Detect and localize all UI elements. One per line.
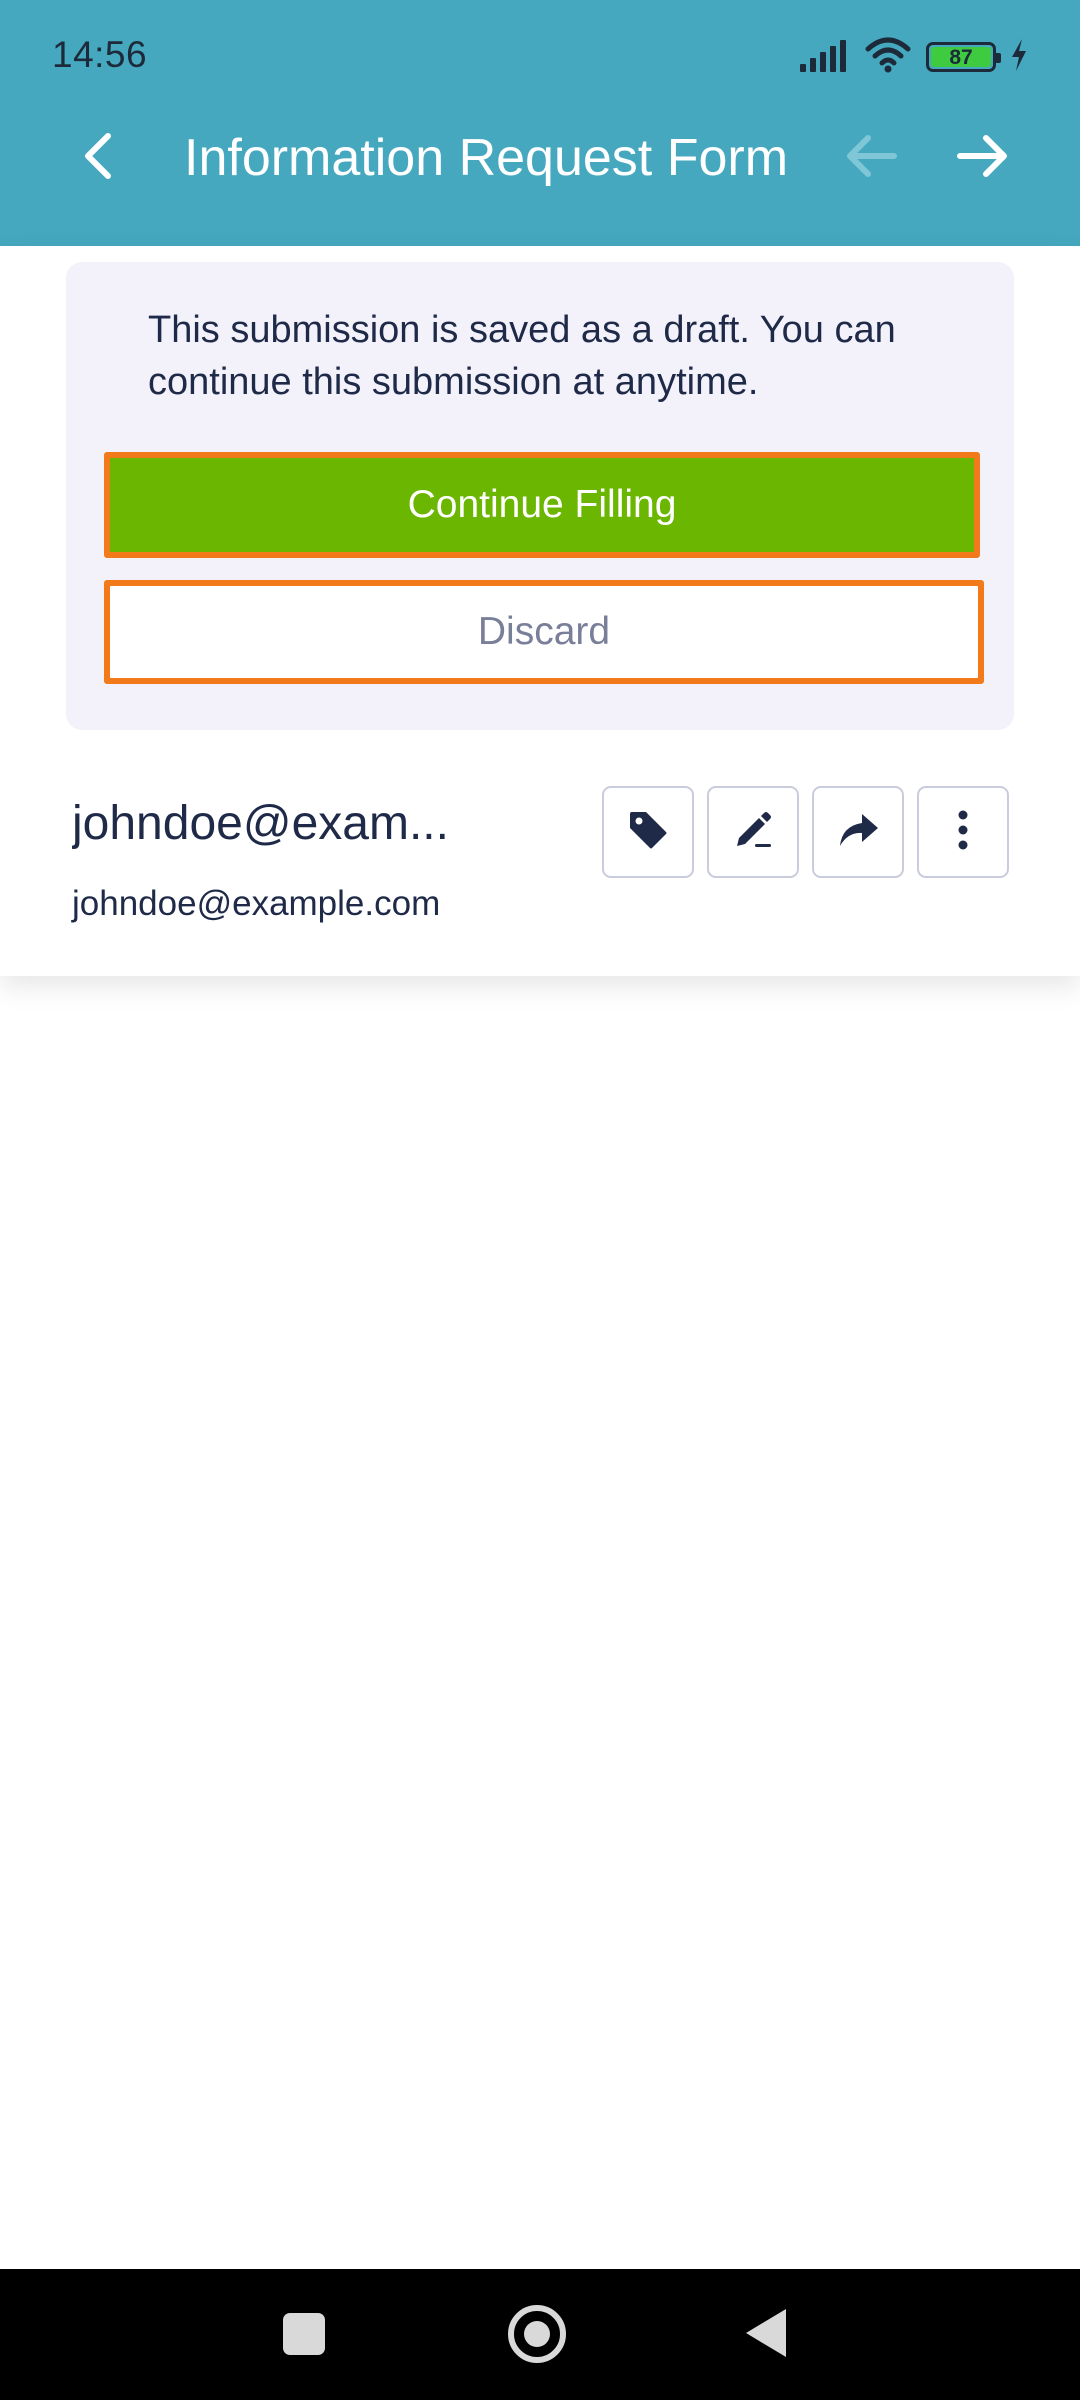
back-button[interactable] — [62, 122, 134, 194]
arrow-right-icon — [954, 134, 1010, 183]
share-button[interactable] — [812, 786, 904, 878]
status-bar: 14:56 87 — [0, 0, 1080, 110]
wifi-icon — [864, 37, 912, 78]
edit-icon — [731, 808, 775, 857]
battery-icon: 87 — [926, 42, 1001, 72]
draft-notice: This submission is saved as a draft. You… — [66, 262, 1014, 730]
more-icon — [957, 808, 969, 857]
submission-actions — [602, 786, 1009, 878]
chevron-left-icon — [78, 130, 118, 187]
next-submission-button[interactable] — [946, 122, 1018, 194]
tag-icon — [626, 808, 670, 857]
battery-level: 87 — [949, 45, 973, 69]
back-icon[interactable] — [746, 2309, 786, 2357]
app-header: 14:56 87 Information Request Form — [0, 0, 1080, 246]
page-title: Information Request Form — [184, 129, 789, 187]
continue-filling-button[interactable]: Continue Filling — [104, 452, 980, 558]
edit-button[interactable] — [707, 786, 799, 878]
home-icon[interactable] — [508, 2305, 566, 2363]
submission-card: This submission is saved as a draft. You… — [0, 246, 1080, 976]
signal-icon — [800, 38, 850, 77]
tag-button[interactable] — [602, 786, 694, 878]
status-time: 14:56 — [52, 34, 148, 75]
recent-apps-icon[interactable] — [283, 2313, 325, 2355]
submission-title: johndoe@exam... — [72, 797, 449, 850]
system-navigation-bar — [0, 2269, 1080, 2400]
more-options-button[interactable] — [917, 786, 1009, 878]
arrow-left-icon — [844, 134, 900, 183]
discard-button[interactable]: Discard — [104, 580, 984, 684]
submission-subtitle: johndoe@example.com — [72, 884, 441, 923]
title-bar: Information Request Form — [0, 110, 1080, 206]
status-icons: 87 — [800, 36, 1028, 78]
charging-icon — [1010, 38, 1028, 76]
draft-message: This submission is saved as a draft. You… — [148, 309, 896, 403]
share-icon — [836, 808, 880, 857]
previous-submission-button[interactable] — [836, 122, 908, 194]
